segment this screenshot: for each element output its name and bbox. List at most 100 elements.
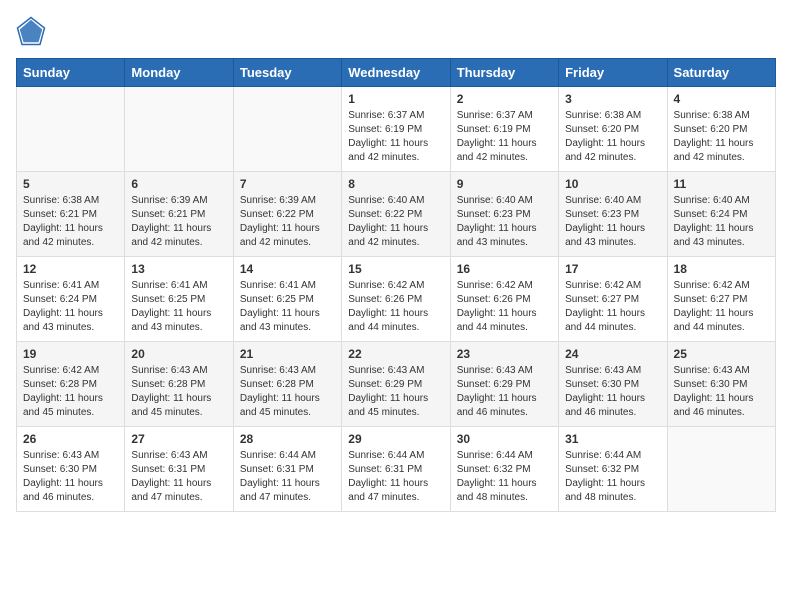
calendar-body: 1 Sunrise: 6:37 AM Sunset: 6:19 PM Daylig… — [17, 87, 776, 512]
calendar-cell: 29 Sunrise: 6:44 AM Sunset: 6:31 PM Dayli… — [342, 427, 450, 512]
day-number: 2 — [457, 92, 552, 106]
calendar-week-row: 19 Sunrise: 6:42 AM Sunset: 6:28 PM Dayli… — [17, 342, 776, 427]
day-info: Sunrise: 6:41 AM Sunset: 6:25 PM Dayligh… — [131, 279, 226, 335]
calendar-cell: 5 Sunrise: 6:38 AM Sunset: 6:21 PM Daylig… — [17, 172, 125, 257]
day-number: 1 — [348, 92, 443, 106]
col-header-tuesday: Tuesday — [233, 59, 341, 87]
calendar-cell: 3 Sunrise: 6:38 AM Sunset: 6:20 PM Daylig… — [559, 87, 667, 172]
day-info: Sunrise: 6:37 AM Sunset: 6:19 PM Dayligh… — [348, 109, 443, 165]
calendar-cell — [125, 87, 233, 172]
day-number: 7 — [240, 177, 335, 191]
calendar-cell: 21 Sunrise: 6:43 AM Sunset: 6:28 PM Dayli… — [233, 342, 341, 427]
logo-icon — [16, 16, 46, 46]
day-number: 14 — [240, 262, 335, 276]
calendar-cell: 17Sunrise: 6:42 AM Sunset: 6:27 PM Dayli… — [559, 257, 667, 342]
col-header-monday: Monday — [125, 59, 233, 87]
calendar-header-row: SundayMondayTuesdayWednesdayThursdayFrid… — [17, 59, 776, 87]
calendar-cell: 30 Sunrise: 6:44 AM Sunset: 6:32 PM Dayli… — [450, 427, 558, 512]
day-info: Sunrise: 6:43 AM Sunset: 6:29 PM Dayligh… — [348, 364, 443, 420]
day-number: 9 — [457, 177, 552, 191]
day-info: Sunrise: 6:44 AM Sunset: 6:32 PM Dayligh… — [565, 449, 660, 505]
calendar-cell: 31 Sunrise: 6:44 AM Sunset: 6:32 PM Dayli… — [559, 427, 667, 512]
day-info: Sunrise: 6:42 AM Sunset: 6:28 PM Dayligh… — [23, 364, 118, 420]
day-number: 13 — [131, 262, 226, 276]
day-info: Sunrise: 6:43 AM Sunset: 6:30 PM Dayligh… — [23, 449, 118, 505]
day-info: Sunrise: 6:44 AM Sunset: 6:31 PM Dayligh… — [240, 449, 335, 505]
calendar-cell: 8 Sunrise: 6:40 AM Sunset: 6:22 PM Daylig… — [342, 172, 450, 257]
day-number: 26 — [23, 432, 118, 446]
col-header-friday: Friday — [559, 59, 667, 87]
calendar-cell: 24Sunrise: 6:43 AM Sunset: 6:30 PM Dayli… — [559, 342, 667, 427]
day-number: 31 — [565, 432, 660, 446]
day-info: Sunrise: 6:41 AM Sunset: 6:24 PM Dayligh… — [23, 279, 118, 335]
calendar-cell: 10 Sunrise: 6:40 AM Sunset: 6:23 PM Dayli… — [559, 172, 667, 257]
calendar-cell: 20Sunrise: 6:43 AM Sunset: 6:28 PM Dayli… — [125, 342, 233, 427]
day-info: Sunrise: 6:42 AM Sunset: 6:27 PM Dayligh… — [674, 279, 769, 335]
day-number: 8 — [348, 177, 443, 191]
day-info: Sunrise: 6:43 AM Sunset: 6:29 PM Dayligh… — [457, 364, 552, 420]
day-number: 4 — [674, 92, 769, 106]
calendar-cell: 1 Sunrise: 6:37 AM Sunset: 6:19 PM Daylig… — [342, 87, 450, 172]
calendar-cell: 27 Sunrise: 6:43 AM Sunset: 6:31 PM Dayli… — [125, 427, 233, 512]
calendar-cell: 9 Sunrise: 6:40 AM Sunset: 6:23 PM Daylig… — [450, 172, 558, 257]
calendar-cell — [667, 427, 775, 512]
calendar-cell: 6Sunrise: 6:39 AM Sunset: 6:21 PM Daylig… — [125, 172, 233, 257]
day-number: 19 — [23, 347, 118, 361]
day-number: 27 — [131, 432, 226, 446]
calendar-cell: 7 Sunrise: 6:39 AM Sunset: 6:22 PM Daylig… — [233, 172, 341, 257]
day-number: 21 — [240, 347, 335, 361]
day-info: Sunrise: 6:39 AM Sunset: 6:22 PM Dayligh… — [240, 194, 335, 250]
calendar-cell — [233, 87, 341, 172]
calendar-week-row: 1 Sunrise: 6:37 AM Sunset: 6:19 PM Daylig… — [17, 87, 776, 172]
calendar-week-row: 26 Sunrise: 6:43 AM Sunset: 6:30 PM Dayli… — [17, 427, 776, 512]
day-info: Sunrise: 6:43 AM Sunset: 6:30 PM Dayligh… — [674, 364, 769, 420]
day-info: Sunrise: 6:40 AM Sunset: 6:24 PM Dayligh… — [674, 194, 769, 250]
day-info: Sunrise: 6:44 AM Sunset: 6:31 PM Dayligh… — [348, 449, 443, 505]
day-info: Sunrise: 6:38 AM Sunset: 6:21 PM Dayligh… — [23, 194, 118, 250]
calendar-week-row: 5 Sunrise: 6:38 AM Sunset: 6:21 PM Daylig… — [17, 172, 776, 257]
day-info: Sunrise: 6:42 AM Sunset: 6:26 PM Dayligh… — [457, 279, 552, 335]
calendar-cell: 19 Sunrise: 6:42 AM Sunset: 6:28 PM Dayli… — [17, 342, 125, 427]
day-info: Sunrise: 6:40 AM Sunset: 6:23 PM Dayligh… — [565, 194, 660, 250]
calendar-week-row: 12Sunrise: 6:41 AM Sunset: 6:24 PM Dayli… — [17, 257, 776, 342]
calendar-cell: 12Sunrise: 6:41 AM Sunset: 6:24 PM Dayli… — [17, 257, 125, 342]
day-number: 30 — [457, 432, 552, 446]
day-info: Sunrise: 6:40 AM Sunset: 6:22 PM Dayligh… — [348, 194, 443, 250]
calendar-cell: 28 Sunrise: 6:44 AM Sunset: 6:31 PM Dayli… — [233, 427, 341, 512]
day-number: 16 — [457, 262, 552, 276]
day-number: 3 — [565, 92, 660, 106]
day-number: 17 — [565, 262, 660, 276]
day-info: Sunrise: 6:43 AM Sunset: 6:28 PM Dayligh… — [240, 364, 335, 420]
day-number: 28 — [240, 432, 335, 446]
col-header-saturday: Saturday — [667, 59, 775, 87]
day-info: Sunrise: 6:37 AM Sunset: 6:19 PM Dayligh… — [457, 109, 552, 165]
day-info: Sunrise: 6:39 AM Sunset: 6:21 PM Dayligh… — [131, 194, 226, 250]
page-header — [16, 16, 776, 46]
day-info: Sunrise: 6:40 AM Sunset: 6:23 PM Dayligh… — [457, 194, 552, 250]
calendar-cell — [17, 87, 125, 172]
day-number: 18 — [674, 262, 769, 276]
day-info: Sunrise: 6:43 AM Sunset: 6:31 PM Dayligh… — [131, 449, 226, 505]
calendar-cell: 16 Sunrise: 6:42 AM Sunset: 6:26 PM Dayli… — [450, 257, 558, 342]
day-number: 29 — [348, 432, 443, 446]
day-info: Sunrise: 6:43 AM Sunset: 6:28 PM Dayligh… — [131, 364, 226, 420]
calendar-table: SundayMondayTuesdayWednesdayThursdayFrid… — [16, 58, 776, 512]
day-info: Sunrise: 6:41 AM Sunset: 6:25 PM Dayligh… — [240, 279, 335, 335]
day-info: Sunrise: 6:38 AM Sunset: 6:20 PM Dayligh… — [565, 109, 660, 165]
day-number: 5 — [23, 177, 118, 191]
calendar-cell: 4Sunrise: 6:38 AM Sunset: 6:20 PM Daylig… — [667, 87, 775, 172]
logo — [16, 16, 50, 46]
day-info: Sunrise: 6:42 AM Sunset: 6:26 PM Dayligh… — [348, 279, 443, 335]
calendar-cell: 25 Sunrise: 6:43 AM Sunset: 6:30 PM Dayli… — [667, 342, 775, 427]
day-number: 10 — [565, 177, 660, 191]
calendar-cell: 2 Sunrise: 6:37 AM Sunset: 6:19 PM Daylig… — [450, 87, 558, 172]
day-number: 25 — [674, 347, 769, 361]
calendar-cell: 14 Sunrise: 6:41 AM Sunset: 6:25 PM Dayli… — [233, 257, 341, 342]
calendar-cell: 11Sunrise: 6:40 AM Sunset: 6:24 PM Dayli… — [667, 172, 775, 257]
calendar-cell: 15Sunrise: 6:42 AM Sunset: 6:26 PM Dayli… — [342, 257, 450, 342]
day-info: Sunrise: 6:44 AM Sunset: 6:32 PM Dayligh… — [457, 449, 552, 505]
day-number: 24 — [565, 347, 660, 361]
day-number: 22 — [348, 347, 443, 361]
calendar-cell: 22 Sunrise: 6:43 AM Sunset: 6:29 PM Dayli… — [342, 342, 450, 427]
calendar-cell: 26 Sunrise: 6:43 AM Sunset: 6:30 PM Dayli… — [17, 427, 125, 512]
